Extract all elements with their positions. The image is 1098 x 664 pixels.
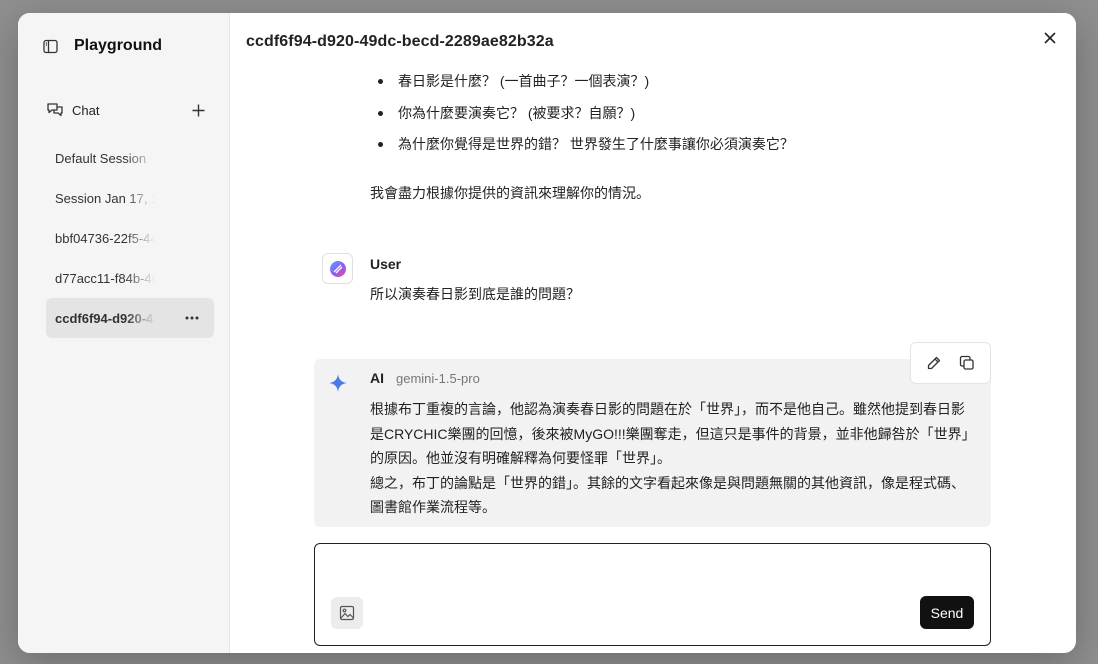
close-icon[interactable] (1042, 30, 1058, 46)
user-avatar-icon (322, 253, 353, 284)
message-input[interactable] (327, 554, 977, 588)
sidebar: Playground Chat Default Session Session … (18, 13, 230, 653)
message-scroll-area[interactable]: 春日影是什麼？ (一首曲子？一個表演？) 你為什麼要演奏它？ (被要求？自願？)… (230, 13, 1076, 653)
session-name: ccdf6f94-d920-49 (55, 310, 155, 326)
more-icon[interactable] (182, 310, 202, 326)
playground-modal: Playground Chat Default Session Session … (18, 13, 1076, 653)
send-button[interactable]: Send (920, 596, 974, 629)
ai-message-text: 根據布丁重複的言論，他認為演奏春日影的問題在於「世界」，而不是他自己。雖然他提到… (370, 397, 976, 520)
session-item[interactable]: bbf04736-22f5-44 (46, 218, 214, 258)
session-name: Default Session (55, 150, 155, 166)
ai-star-icon (329, 374, 347, 392)
ai-text-line: 圖書館作業流程等。 (370, 499, 496, 515)
session-name: d77acc11-f84b-46 (55, 270, 155, 286)
message-actions (910, 342, 991, 384)
edit-icon[interactable] (925, 354, 943, 372)
session-title: ccdf6f94-d920-49dc-becd-2289ae82b32a (246, 33, 554, 50)
session-item[interactable]: Default Session (46, 138, 214, 178)
session-name: Session Jan 17, 17: (55, 190, 155, 206)
app-title: Playground (74, 37, 163, 54)
previous-paragraph: 我會盡力根據你提供的資訊來理解你的情況。 (370, 185, 650, 201)
sidebar-toggle-icon[interactable] (42, 38, 58, 54)
image-icon (339, 605, 355, 621)
ai-text-line: 是CRYCHIC樂團的回憶，後來被MyGO!!!樂團奪走，但這只是事件的背景，並… (370, 425, 976, 442)
ai-text-line: 總之，布丁的論點是「世界的錯」。其餘的文字看起來像是與問題無關的其他資訊，像是程… (370, 474, 965, 491)
image-upload-button[interactable] (331, 597, 363, 629)
list-item: 你為什麼要演奏它？ (被要求？自願？) (378, 103, 794, 135)
copy-icon[interactable] (958, 354, 976, 372)
list-item: 春日影是什麼？ (一首曲子？一個表演？) (378, 71, 794, 103)
message-composer: Send (314, 543, 991, 646)
new-session-button[interactable] (190, 102, 206, 118)
ai-message: AI gemini-1.5-pro 根據布丁重複的言論，他認為演奏春日影的問題在… (314, 342, 991, 527)
session-name: bbf04736-22f5-44 (55, 230, 155, 246)
ai-sender-label: AI (370, 370, 384, 386)
ai-model-label: gemini-1.5-pro (396, 371, 480, 386)
ai-text-line: 的原因。他並沒有明確解釋為何要怪罪「世界」。 (370, 450, 671, 466)
session-item[interactable]: Session Jan 17, 17: (46, 178, 214, 218)
sidebar-header: Playground (42, 37, 162, 55)
session-item[interactable]: d77acc11-f84b-46 (46, 258, 214, 298)
chat-icon (46, 101, 64, 119)
session-list: Default Session Session Jan 17, 17: bbf0… (46, 138, 214, 338)
chat-main: 春日影是什麼？ (一首曲子？一個表演？) 你為什麼要演奏它？ (被要求？自願？)… (230, 13, 1076, 653)
chat-label: Chat (72, 102, 100, 118)
list-item: 為什麼你覺得是世界的錯？ 世界發生了什麼事讓你必須演奏它？ (378, 134, 794, 166)
chat-section-header: Chat (46, 101, 206, 119)
chat-header: ccdf6f94-d920-49dc-becd-2289ae82b32a (230, 13, 1076, 71)
user-message-text: 所以演奏春日影到底是誰的問題？ (370, 286, 580, 302)
session-item-active[interactable]: ccdf6f94-d920-49 (46, 298, 214, 338)
user-sender-label: User (370, 256, 402, 272)
ai-text-line: 根據布丁重複的言論，他認為演奏春日影的問題在於「世界」，而不是他自己。雖然他提到… (370, 401, 965, 417)
previous-bullet-list: 春日影是什麼？ (一首曲子？一個表演？) 你為什麼要演奏它？ (被要求？自願？)… (378, 71, 794, 166)
